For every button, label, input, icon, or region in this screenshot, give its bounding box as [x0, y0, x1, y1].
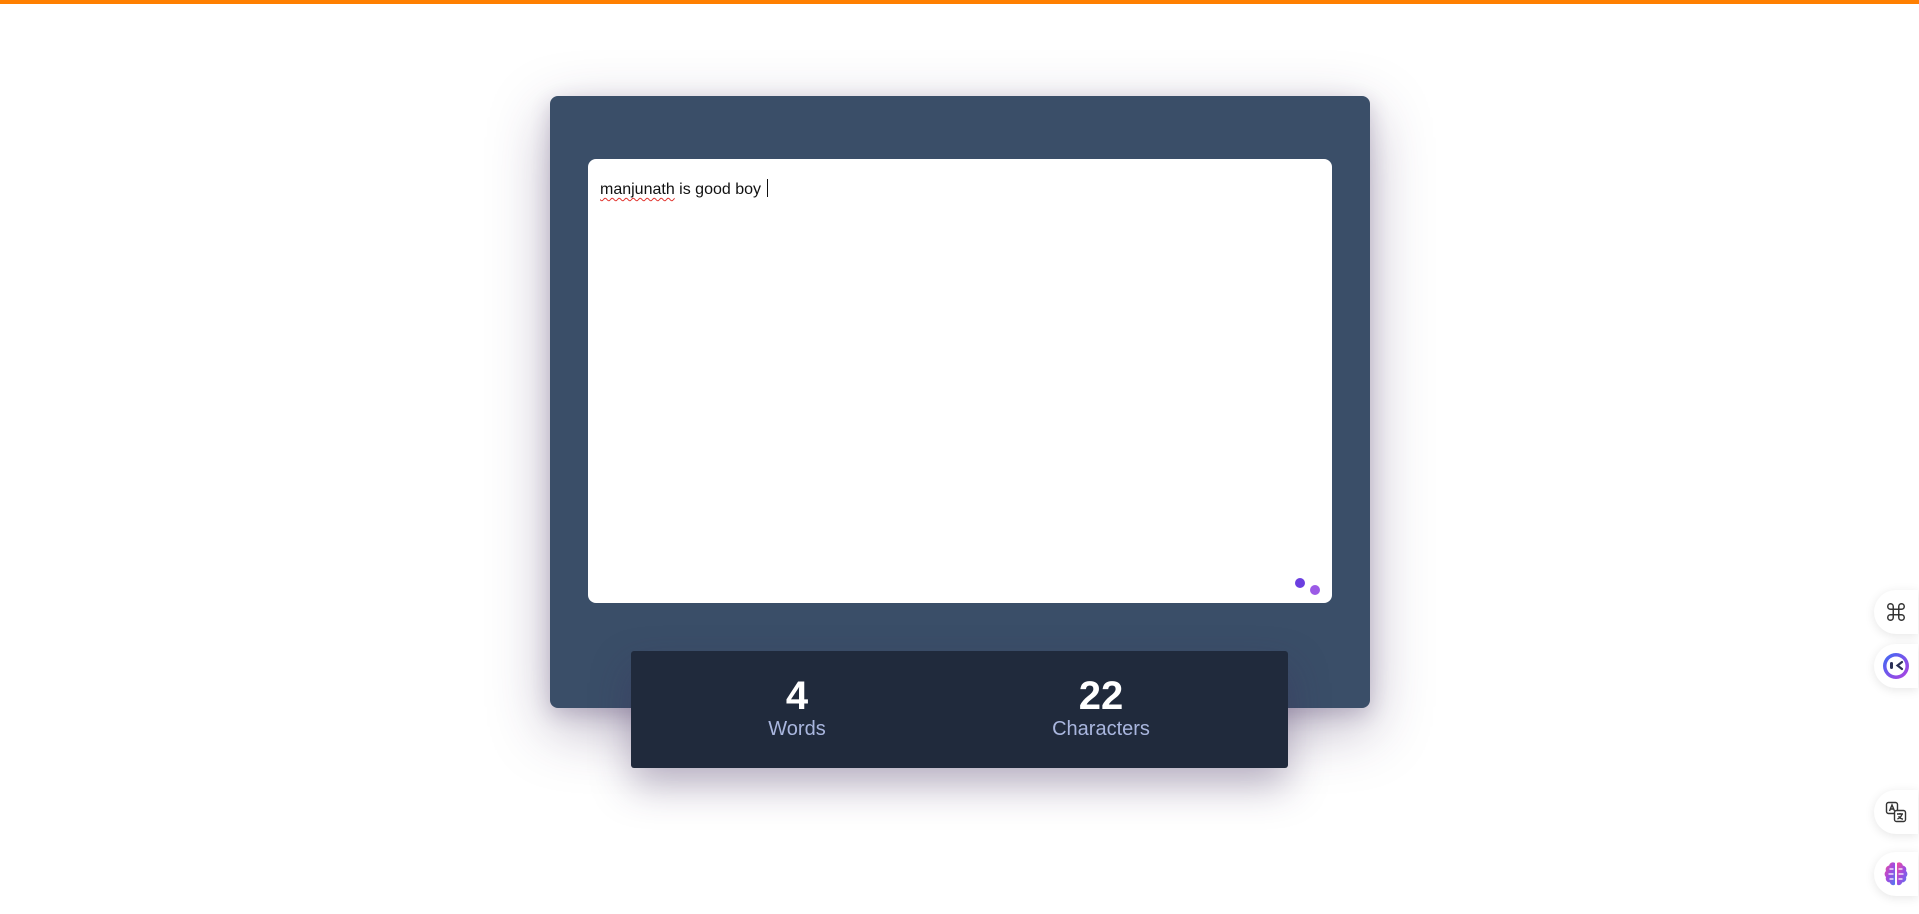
- command-button[interactable]: [1874, 590, 1918, 634]
- translate-icon: [1885, 801, 1907, 823]
- translate-button[interactable]: [1874, 790, 1918, 834]
- top-accent-bar: [0, 0, 1919, 4]
- text-input-area[interactable]: manjunath is good boy: [588, 159, 1332, 603]
- editor-text-rest: is good boy: [674, 181, 766, 198]
- assistant-button[interactable]: [1874, 644, 1918, 688]
- text-caret: [767, 179, 769, 197]
- extension-dot-icon[interactable]: [1295, 578, 1305, 588]
- word-count-stat: 4 Words: [697, 675, 897, 741]
- word-count-label: Words: [768, 718, 826, 740]
- command-icon: [1887, 603, 1905, 621]
- character-count-label: Characters: [1052, 718, 1150, 740]
- word-count-value: 4: [785, 674, 809, 718]
- brain-icon: [1884, 862, 1908, 886]
- misspelled-word: manjunath: [600, 181, 675, 198]
- character-count-value: 22: [1078, 674, 1124, 718]
- editor-text: manjunath is good boy: [600, 179, 1320, 199]
- brain-ai-button[interactable]: [1874, 852, 1918, 896]
- extension-dot-icon[interactable]: [1310, 585, 1320, 595]
- character-count-stat: 22 Characters: [1001, 675, 1201, 741]
- assistant-face-icon: [1883, 653, 1909, 679]
- word-counter-card: manjunath is good boy: [550, 96, 1370, 708]
- stats-panel: 4 Words 22 Characters: [631, 651, 1288, 768]
